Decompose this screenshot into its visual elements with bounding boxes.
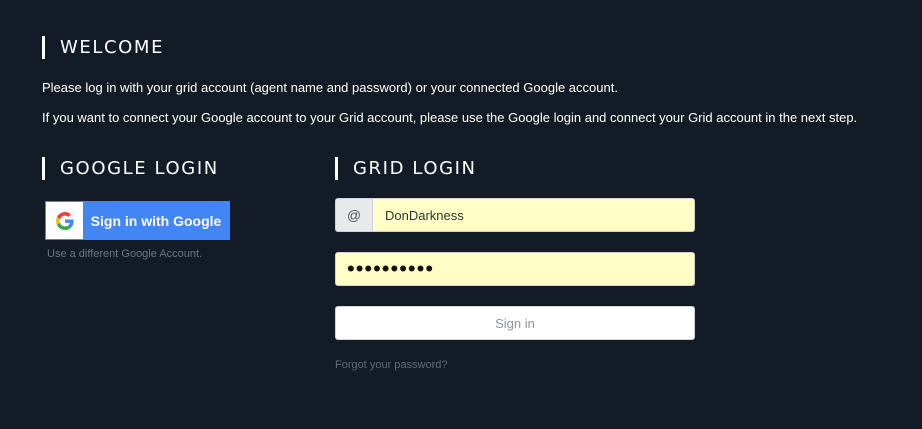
google-sign-in-button[interactable]: Sign in with Google xyxy=(45,201,230,240)
grid-login-heading: GRID LOGIN xyxy=(335,156,477,180)
welcome-text-line-2: If you want to connect your Google accou… xyxy=(42,110,858,125)
password-input[interactable] xyxy=(335,252,695,286)
google-g-icon xyxy=(46,202,83,239)
username-input-group: @ xyxy=(335,198,695,232)
use-different-google-account-link[interactable]: Use a different Google Account. xyxy=(47,248,202,260)
grid-login-title: GRID LOGIN xyxy=(353,157,477,179)
login-page: WELCOME Please log in with your grid acc… xyxy=(0,0,922,429)
heading-accent-bar xyxy=(42,35,45,59)
welcome-heading: WELCOME xyxy=(42,35,164,59)
at-sign-icon: @ xyxy=(335,198,372,232)
sign-in-button[interactable]: Sign in xyxy=(335,306,695,340)
google-login-title: GOOGLE LOGIN xyxy=(60,157,219,179)
forgot-password-link[interactable]: Forgot your password? xyxy=(335,359,448,371)
google-login-heading: GOOGLE LOGIN xyxy=(42,156,219,180)
welcome-title: WELCOME xyxy=(60,36,165,58)
google-sign-in-label: Sign in with Google xyxy=(90,212,222,229)
heading-accent-bar xyxy=(42,156,45,180)
password-input-group xyxy=(335,252,695,286)
heading-accent-bar xyxy=(335,156,338,180)
welcome-text-line-1: Please log in with your grid account (ag… xyxy=(42,80,618,95)
agent-name-input[interactable] xyxy=(372,198,695,232)
